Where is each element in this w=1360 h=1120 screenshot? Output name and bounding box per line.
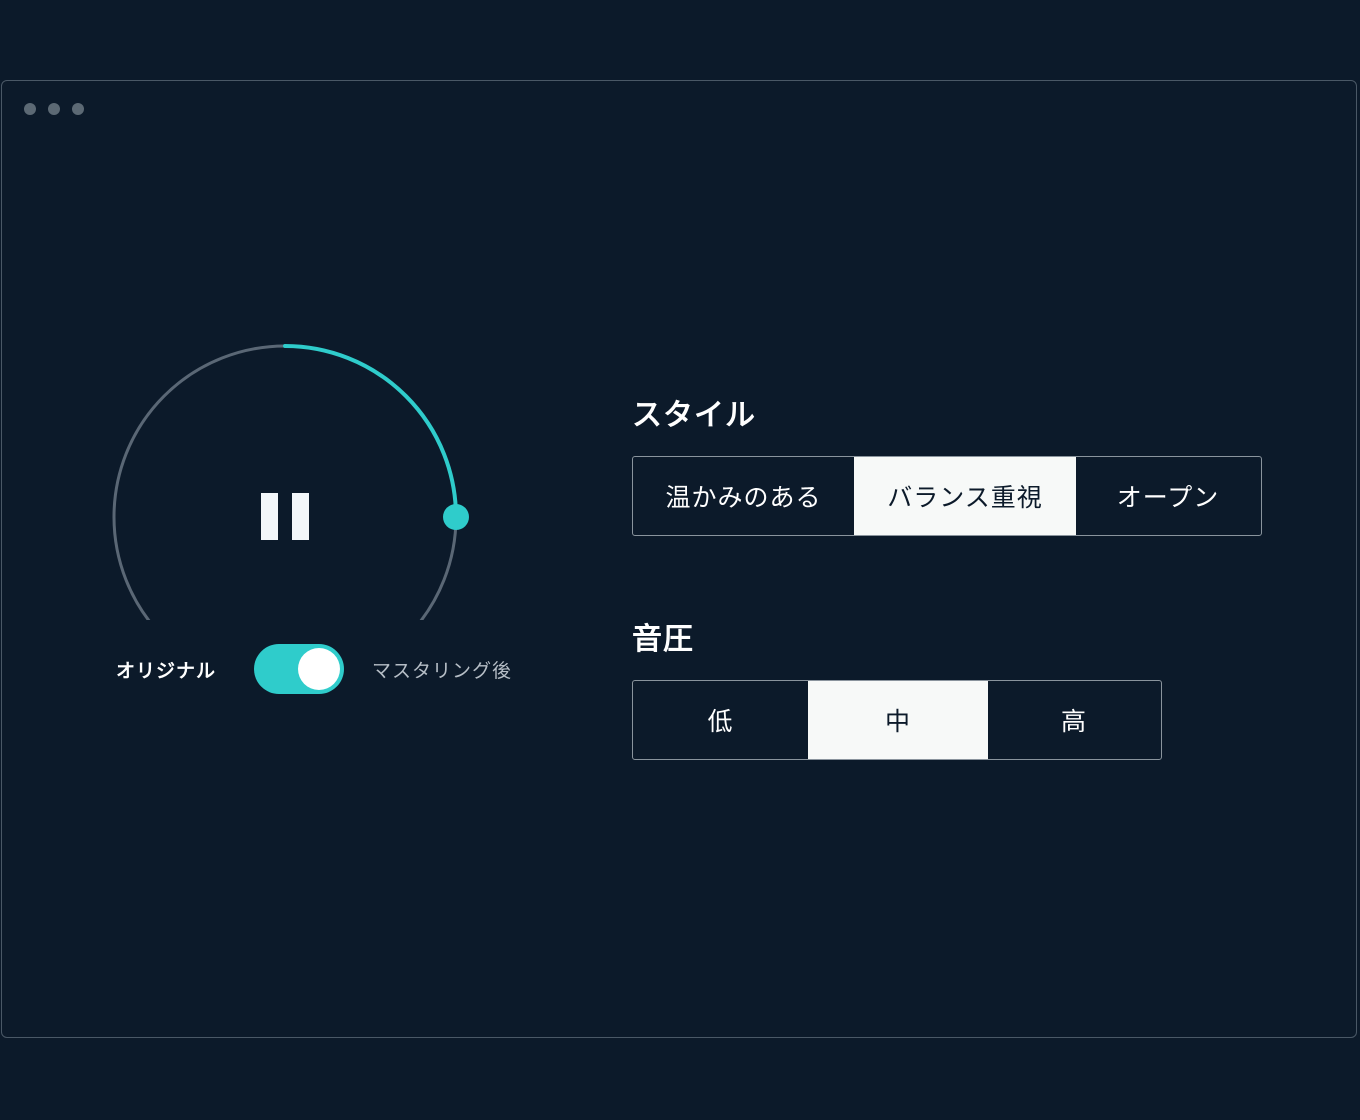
style-title: スタイル	[632, 398, 756, 433]
playback-dial[interactable]	[100, 250, 470, 620]
compare-toggle-switch[interactable]	[254, 644, 344, 694]
progress-track	[112, 344, 458, 620]
loudness-option-mid[interactable]: 中	[808, 681, 988, 759]
loudness-option-low[interactable]: 低	[633, 681, 808, 759]
toggle-knob	[298, 648, 340, 690]
window-dot-icon[interactable]	[24, 103, 36, 115]
loudness-title: 音圧	[632, 622, 694, 657]
style-selector: 温かみのある バランス重視 オープン	[632, 456, 1262, 536]
mastered-label: マスタリング後	[372, 660, 513, 682]
pause-icon[interactable]	[261, 493, 309, 540]
progress-arc	[283, 344, 458, 519]
style-option-open[interactable]: オープン	[1076, 457, 1260, 535]
progress-ring	[112, 344, 469, 620]
loudness-selector: 低 中 高	[632, 680, 1162, 760]
original-label: オリジナル	[116, 660, 217, 682]
style-option-balanced[interactable]: バランス重視	[854, 457, 1076, 535]
window-controls	[24, 103, 84, 115]
style-option-warm[interactable]: 温かみのある	[633, 457, 854, 535]
compare-toggle-row: オリジナル マスタリング後	[116, 642, 536, 694]
window-dot-icon[interactable]	[72, 103, 84, 115]
loudness-option-high[interactable]: 高	[988, 681, 1160, 759]
page: オリジナル マスタリング後 スタイル 温かみのある バランス重視 オープン 音圧…	[0, 0, 1360, 1120]
window-dot-icon[interactable]	[48, 103, 60, 115]
progress-handle[interactable]	[443, 504, 469, 530]
